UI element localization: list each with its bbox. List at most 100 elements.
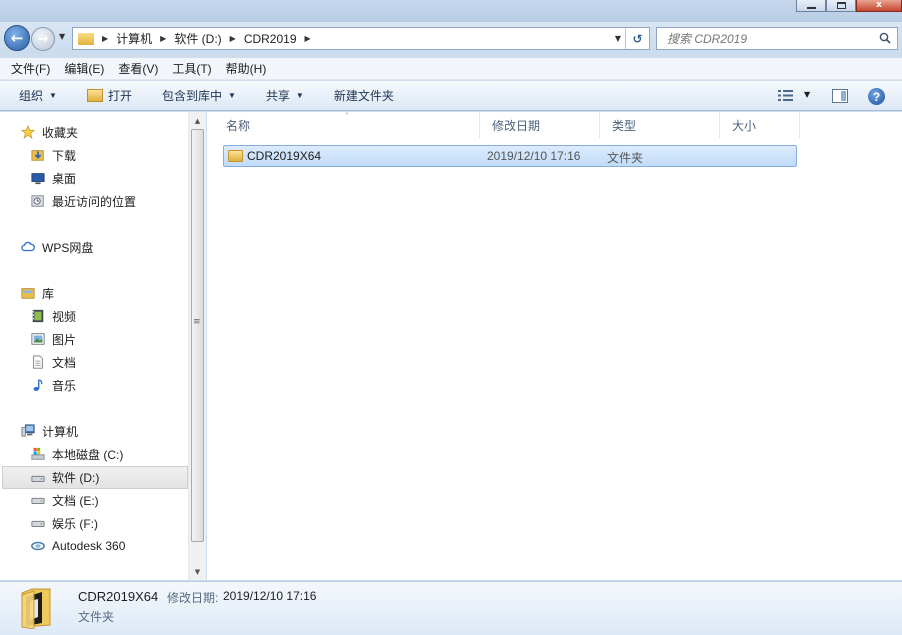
nav-autodesk-360[interactable]: Autodesk 360 bbox=[30, 536, 125, 556]
recent-places-icon bbox=[31, 195, 44, 207]
new-folder-button[interactable]: 新建文件夹 bbox=[334, 81, 394, 111]
nav-favorites[interactable]: 收藏夹 bbox=[20, 122, 78, 142]
nav-label: 文档 bbox=[52, 355, 77, 370]
nav-music[interactable]: 音乐 bbox=[30, 375, 76, 395]
chevron-right-icon[interactable]: ▶ bbox=[230, 34, 236, 43]
pictures-icon bbox=[31, 333, 45, 345]
breadcrumb-computer[interactable]: 计算机 bbox=[116, 30, 152, 47]
nav-label: 本地磁盘 (C:) bbox=[52, 447, 124, 462]
view-options-icon[interactable] bbox=[778, 89, 794, 102]
include-library-label: 包含到库中 bbox=[161, 89, 222, 103]
nav-videos[interactable]: 视频 bbox=[30, 306, 76, 326]
nav-pictures[interactable]: 图片 bbox=[30, 329, 76, 349]
nav-label: 最近访问的位置 bbox=[52, 194, 137, 209]
nav-label: 计算机 bbox=[42, 424, 79, 439]
details-pane: CDR2019X64 修改日期: 2019/12/10 17:16 文件夹 bbox=[0, 581, 902, 635]
refresh-icon: ↺ bbox=[632, 31, 643, 46]
back-button[interactable]: ← bbox=[4, 25, 30, 51]
arrow-left-icon: ← bbox=[10, 29, 24, 47]
nav-recent-places[interactable]: 最近访问的位置 bbox=[30, 191, 136, 211]
nav-label: WPS网盘 bbox=[42, 240, 94, 255]
search-icon[interactable] bbox=[879, 32, 891, 44]
navigation-scrollbar[interactable]: ▲ ≡ ▼ bbox=[188, 112, 206, 580]
nav-label: 图片 bbox=[52, 332, 77, 347]
details-file-name: CDR2019X64 bbox=[78, 589, 159, 604]
minimize-button[interactable] bbox=[796, 0, 826, 12]
open-label: 打开 bbox=[107, 89, 132, 103]
details-modified-value: 2019/12/10 17:16 bbox=[223, 589, 317, 603]
refresh-button[interactable]: ↺ bbox=[625, 28, 649, 49]
close-button[interactable]: x bbox=[856, 0, 902, 12]
recent-pages-dropdown[interactable]: ▼ bbox=[59, 32, 65, 41]
system-drive-icon bbox=[31, 447, 45, 460]
file-list: ˄ 名称 修改日期 类型 大小 CDR2019X64 2019/12/10 17… bbox=[207, 112, 902, 580]
chevron-right-icon[interactable]: ▶ bbox=[160, 34, 166, 43]
chevron-down-icon[interactable]: ▼ bbox=[615, 34, 621, 43]
nav-drive-f[interactable]: 娱乐 (F:) bbox=[30, 513, 98, 533]
address-bar[interactable]: ▶ 计算机 ▶ 软件 (D:) ▶ CDR2019 ▶ ▼ ↺ bbox=[72, 27, 650, 50]
search-input[interactable] bbox=[667, 31, 867, 46]
column-header-modified[interactable]: 修改日期 bbox=[480, 112, 600, 138]
nav-label: 下载 bbox=[52, 148, 77, 163]
scroll-up-icon[interactable]: ▲ bbox=[189, 112, 206, 129]
nav-wps-cloud[interactable]: WPS网盘 bbox=[20, 237, 93, 257]
preview-pane-icon[interactable] bbox=[832, 89, 848, 103]
column-name-label: 名称 bbox=[226, 118, 251, 133]
nav-label: 音乐 bbox=[52, 378, 77, 393]
nav-desktop[interactable]: 桌面 bbox=[30, 168, 76, 188]
chevron-down-icon[interactable]: ▼ bbox=[804, 90, 810, 99]
nav-drive-d[interactable]: 软件 (D:) bbox=[2, 466, 188, 489]
nav-drive-e[interactable]: 文档 (E:) bbox=[30, 490, 99, 510]
file-row[interactable]: CDR2019X64 2019/12/10 17:16 文件夹 bbox=[223, 145, 797, 167]
column-header-type[interactable]: 类型 bbox=[600, 112, 720, 138]
column-modified-label: 修改日期 bbox=[492, 118, 541, 133]
cloud-icon bbox=[21, 241, 35, 252]
nav-drive-c[interactable]: 本地磁盘 (C:) bbox=[30, 444, 123, 464]
grip-icon: ≡ bbox=[193, 317, 201, 327]
folder-icon bbox=[228, 150, 243, 162]
scrollbar-thumb[interactable] bbox=[191, 129, 204, 542]
nav-computer[interactable]: 计算机 bbox=[20, 421, 78, 441]
breadcrumb-cdr2019[interactable]: CDR2019 bbox=[244, 32, 297, 46]
command-bar: 组织 ▼ 打开 包含到库中 ▼ 共享 ▼ 新建文件夹 ▼ ? bbox=[0, 81, 902, 111]
nav-label: 收藏夹 bbox=[42, 125, 79, 140]
window-controls: x bbox=[796, 0, 902, 12]
breadcrumb-drive-d[interactable]: 软件 (D:) bbox=[174, 30, 221, 47]
new-folder-label: 新建文件夹 bbox=[333, 89, 394, 103]
folder-icon bbox=[78, 32, 94, 45]
share-button[interactable]: 共享 ▼ bbox=[266, 81, 304, 111]
organize-button[interactable]: 组织 ▼ bbox=[19, 81, 57, 111]
column-header-name[interactable]: 名称 bbox=[214, 112, 480, 138]
details-modified-label: 修改日期: bbox=[167, 591, 219, 605]
open-folder-icon bbox=[86, 89, 103, 102]
share-label: 共享 bbox=[265, 89, 290, 103]
open-button[interactable]: 打开 bbox=[86, 81, 132, 111]
menu-file[interactable]: 文件(F) bbox=[6, 60, 55, 77]
chevron-down-icon: ▼ bbox=[49, 91, 57, 100]
libraries-icon bbox=[21, 288, 35, 299]
minimize-icon bbox=[806, 6, 816, 9]
arrow-right-icon: → bbox=[37, 31, 49, 47]
chevron-right-icon[interactable]: ▶ bbox=[305, 34, 311, 43]
menu-help[interactable]: 帮助(H) bbox=[221, 60, 272, 77]
maximize-icon bbox=[836, 2, 846, 9]
autodesk-360-icon bbox=[31, 541, 45, 551]
forward-button[interactable]: → bbox=[31, 27, 55, 51]
nav-documents[interactable]: 文档 bbox=[30, 352, 76, 372]
menu-tools[interactable]: 工具(T) bbox=[167, 60, 216, 77]
chevron-right-icon[interactable]: ▶ bbox=[102, 34, 108, 43]
column-header-size[interactable]: 大小 bbox=[720, 112, 800, 138]
include-in-library-button[interactable]: 包含到库中 ▼ bbox=[162, 81, 236, 111]
scroll-down-icon[interactable]: ▼ bbox=[189, 563, 206, 580]
maximize-button[interactable] bbox=[826, 0, 856, 12]
nav-downloads[interactable]: 下载 bbox=[30, 145, 76, 165]
search-box[interactable] bbox=[656, 27, 898, 50]
menu-view[interactable]: 查看(V) bbox=[113, 60, 163, 77]
address-row: ← → ▼ ▶ 计算机 ▶ 软件 (D:) ▶ CDR2019 ▶ ▼ ↺ bbox=[0, 22, 902, 54]
folder-icon bbox=[21, 588, 51, 629]
nav-libraries[interactable]: 库 bbox=[20, 283, 54, 303]
nav-label: 库 bbox=[42, 286, 55, 301]
chevron-down-icon: ▼ bbox=[227, 91, 236, 100]
menu-edit[interactable]: 编辑(E) bbox=[59, 60, 109, 77]
help-icon[interactable]: ? bbox=[868, 88, 885, 105]
